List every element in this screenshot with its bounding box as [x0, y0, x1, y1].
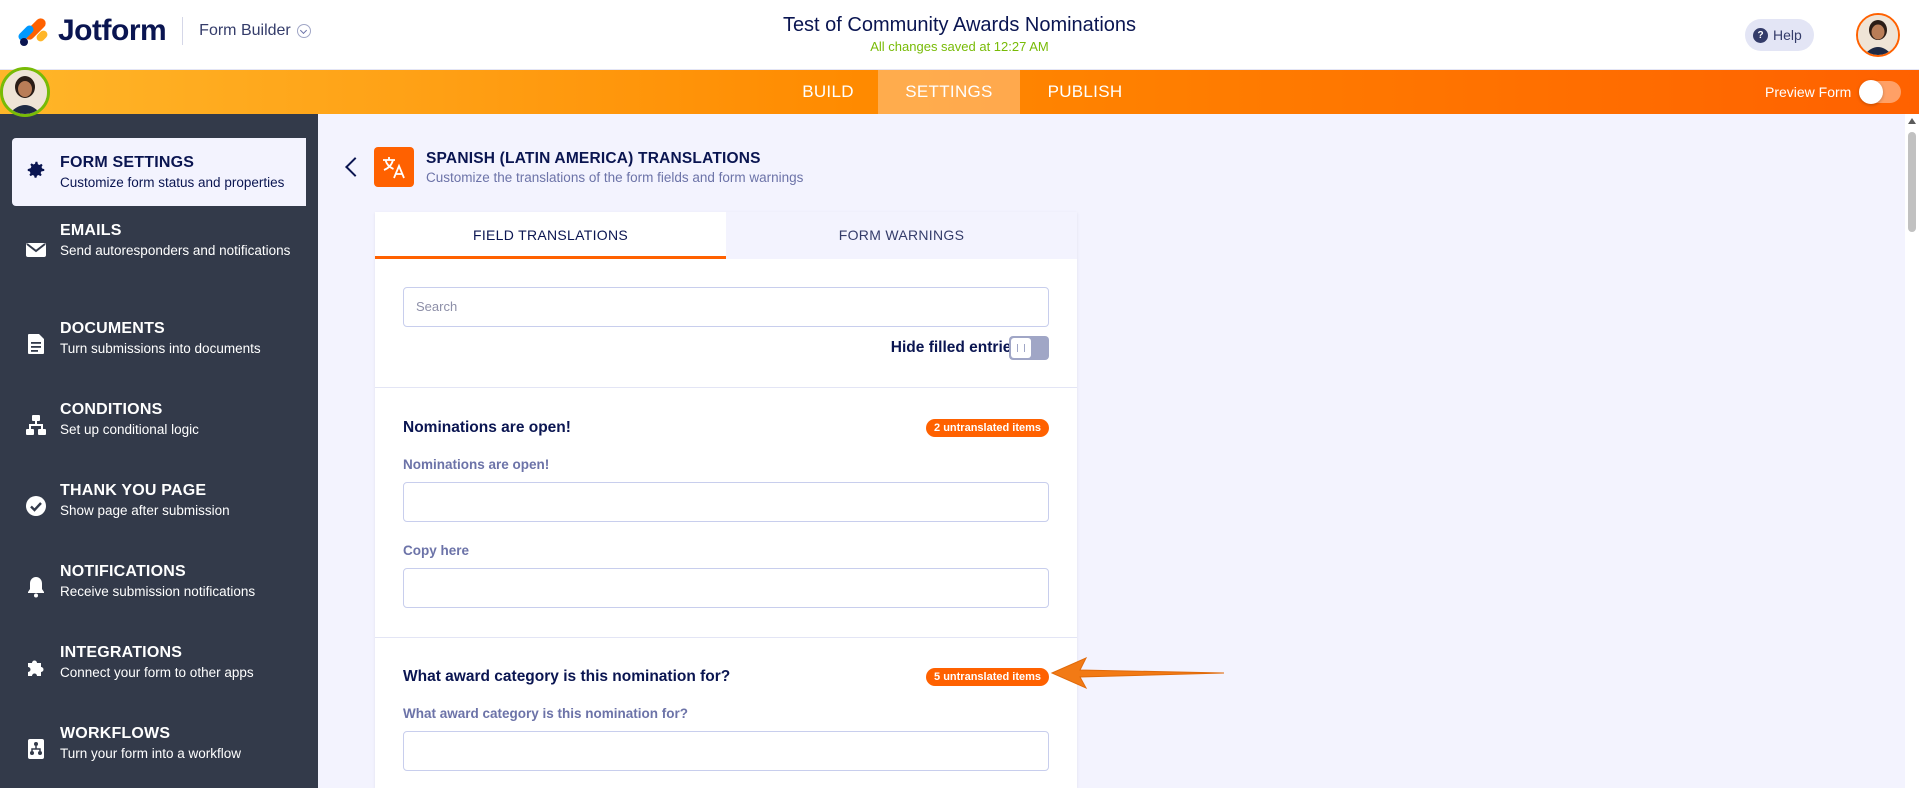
help-label: Help: [1773, 27, 1802, 43]
back-arrow-icon[interactable]: [342, 156, 360, 178]
settings-navbar: BUILD SETTINGS PUBLISH Preview Form: [0, 70, 1919, 114]
page-scrollbar[interactable]: [1905, 114, 1919, 788]
preview-form-label: Preview Form: [1765, 84, 1852, 100]
tab-field-translations[interactable]: FIELD TRANSLATIONS: [375, 212, 726, 259]
preview-form-toggle[interactable]: Preview Form: [1765, 70, 1902, 114]
sidebar-item-workflows[interactable]: WORKFLOWS Turn your form into a workflow: [12, 725, 305, 773]
question-icon: ?: [1753, 27, 1768, 43]
help-button[interactable]: ? Help: [1745, 19, 1814, 51]
form-title[interactable]: Test of Community Awards Nominations: [0, 14, 1919, 37]
user-avatar[interactable]: [1856, 13, 1900, 57]
section-divider: [375, 637, 1077, 638]
section-title: What award category is this nomination f…: [403, 668, 731, 685]
untranslated-badge: 5 untranslated items: [926, 668, 1049, 686]
sidebar-item-title: INTEGRATIONS: [60, 644, 183, 661]
toggle-grip-icon: [1017, 344, 1025, 352]
top-header: Jotform Form Builder Test of Community A…: [0, 0, 1919, 70]
sidebar-item-thank-you-page[interactable]: THANK YOU PAGE Show page after submissio…: [12, 482, 305, 530]
field-label: Copy here: [403, 543, 470, 558]
settings-sidebar: FORM SETTINGS Customize form status and …: [0, 114, 318, 788]
sidebar-item-conditions[interactable]: CONDITIONS Set up conditional logic: [12, 401, 305, 449]
tab-build[interactable]: BUILD: [778, 70, 878, 114]
translation-input[interactable]: [403, 568, 1049, 608]
avatar-image: [1858, 15, 1898, 55]
preview-toggle-switch[interactable]: [1859, 80, 1902, 104]
sidebar-item-title: DOCUMENTS: [60, 320, 165, 337]
sidebar-item-desc: Connect your form to other apps: [60, 665, 254, 680]
gear-icon: [24, 158, 48, 182]
tab-publish[interactable]: PUBLISH: [1020, 70, 1150, 114]
field-label: What award category is this nomination f…: [403, 706, 689, 721]
section-title: Nominations are open!: [403, 419, 571, 436]
form-title-area: Test of Community Awards Nominations All…: [0, 14, 1919, 54]
sidebar-item-desc: Turn your form into a workflow: [60, 746, 242, 761]
sidebar-item-desc: Customize form status and properties: [60, 175, 285, 190]
envelope-icon: [24, 238, 48, 262]
translations-subtitle: Customize the translations of the form f…: [426, 170, 804, 185]
sidebar-item-emails[interactable]: EMAILS Send autoresponders and notificat…: [12, 222, 305, 286]
sidebar-item-title: WORKFLOWS: [60, 725, 171, 742]
sidebar-item-desc: Receive submission notifications: [60, 584, 256, 599]
sidebar-item-notifications[interactable]: NOTIFICATIONS Receive submission notific…: [12, 563, 305, 611]
bell-icon: [24, 575, 48, 599]
untranslated-badge: 2 untranslated items: [926, 419, 1049, 437]
section-divider: [375, 387, 1077, 388]
sidebar-item-desc: Show page after submission: [60, 503, 230, 518]
scroll-up-icon[interactable]: [1908, 118, 1916, 124]
hide-filled-entries-toggle[interactable]: [1009, 336, 1049, 360]
sidebar-item-title: THANK YOU PAGE: [60, 482, 207, 499]
collaborator-avatar-image: [3, 70, 47, 114]
document-icon: [24, 332, 48, 356]
collaborator-avatar[interactable]: [0, 67, 50, 117]
scroll-thumb[interactable]: [1908, 132, 1916, 232]
sidebar-item-integrations[interactable]: INTEGRATIONS Connect your form to other …: [12, 644, 305, 692]
workflow-icon: [24, 737, 48, 761]
tab-settings[interactable]: SETTINGS: [878, 70, 1020, 114]
hide-filled-entries-label: Hide filled entries: [890, 339, 1020, 356]
translation-input[interactable]: [403, 482, 1049, 522]
translations-panel: FIELD TRANSLATIONS FORM WARNINGS Search …: [375, 212, 1077, 788]
sidebar-item-documents[interactable]: DOCUMENTS Turn submissions into document…: [12, 320, 305, 368]
search-input[interactable]: Search: [403, 287, 1049, 327]
translate-icon: [374, 147, 414, 187]
sidebar-item-title: FORM SETTINGS: [60, 154, 195, 171]
field-label: Nominations are open!: [403, 457, 550, 472]
tab-form-warnings[interactable]: FORM WARNINGS: [726, 212, 1077, 259]
sidebar-item-desc: Send autoresponders and notifications: [60, 243, 291, 258]
sidebar-item-desc: Turn submissions into documents: [60, 341, 261, 356]
translations-title: SPANISH (LATIN AMERICA) TRANSLATIONS: [426, 150, 761, 167]
puzzle-icon: [24, 656, 48, 680]
check-circle-icon: [24, 494, 48, 518]
sidebar-item-title: NOTIFICATIONS: [60, 563, 186, 580]
sidebar-item-title: CONDITIONS: [60, 401, 163, 418]
sidebar-item-desc: Set up conditional logic: [60, 422, 199, 437]
sidebar-item-title: EMAILS: [60, 222, 122, 239]
save-status: All changes saved at 12:27 AM: [870, 39, 1049, 54]
callout-arrow-icon: [1050, 656, 1225, 690]
sidebar-item-form-settings[interactable]: FORM SETTINGS Customize form status and …: [12, 138, 306, 206]
translation-input[interactable]: [403, 731, 1049, 771]
hierarchy-icon: [24, 413, 48, 437]
